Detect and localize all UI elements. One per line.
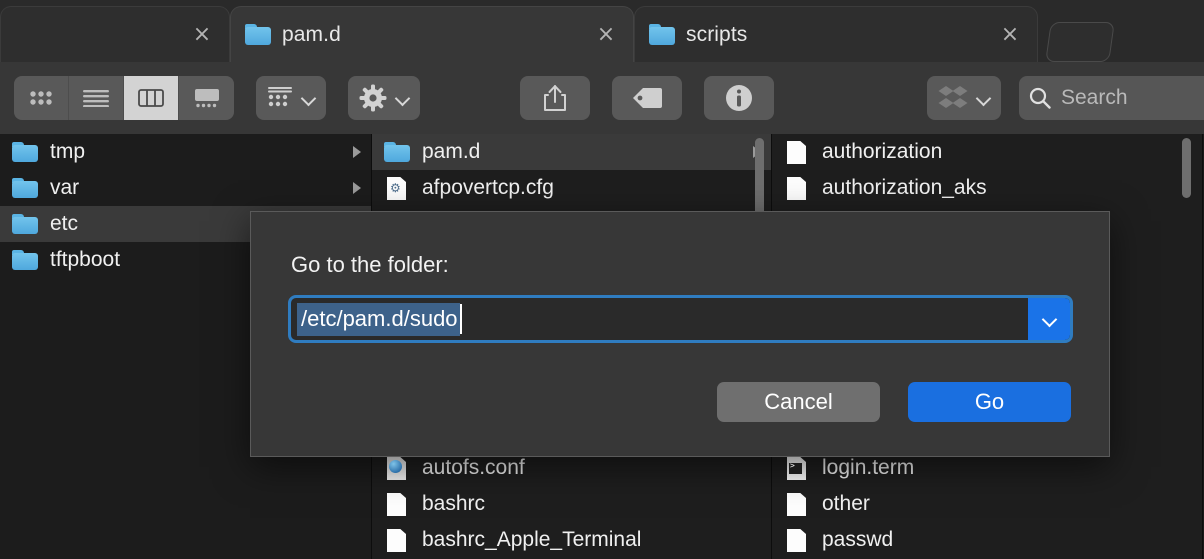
dropbox-icon bbox=[938, 86, 968, 108]
list-item-label: bashrc bbox=[422, 492, 486, 515]
list-item[interactable]: ⚙ afpovertcp.cfg bbox=[372, 170, 771, 206]
list-item[interactable]: authorization_aks bbox=[772, 170, 1202, 206]
list-item-label: authorization bbox=[822, 140, 943, 163]
search-input[interactable]: Search bbox=[1019, 76, 1204, 120]
gear-icon bbox=[359, 84, 387, 112]
gallery-view-icon bbox=[194, 88, 219, 107]
group-by-icon bbox=[268, 87, 292, 107]
list-item-label: tmp bbox=[50, 140, 86, 163]
document-icon bbox=[784, 140, 810, 164]
list-item-label: bashrc_Apple_Terminal bbox=[422, 528, 642, 551]
tab-label: pam.d bbox=[282, 22, 341, 46]
path-dropdown-button[interactable] bbox=[1028, 298, 1070, 340]
path-input-value: /etc/pam.d/sudo bbox=[297, 302, 460, 336]
go-button[interactable]: Go bbox=[908, 382, 1071, 422]
list-item[interactable]: authorization bbox=[772, 134, 1202, 170]
list-item[interactable]: bashrc_Apple_Terminal bbox=[372, 522, 771, 558]
text-caret bbox=[459, 304, 462, 334]
list-item[interactable]: var bbox=[0, 170, 371, 206]
globe-glyph bbox=[389, 460, 402, 473]
config-file-icon: ⚙ bbox=[384, 176, 410, 200]
gallery-view-button[interactable] bbox=[179, 76, 234, 120]
tab-scripts[interactable]: scripts × bbox=[634, 6, 1038, 62]
share-icon bbox=[544, 85, 566, 111]
action-menu-button[interactable] bbox=[348, 76, 420, 120]
folder-icon bbox=[12, 212, 38, 236]
close-icon[interactable]: × bbox=[593, 22, 619, 48]
column-view-button[interactable] bbox=[124, 76, 179, 120]
tab-label: scripts bbox=[686, 22, 748, 46]
document-icon bbox=[784, 176, 810, 200]
go-to-folder-dialog: Go to the folder: /etc/pam.d/sudo Cancel… bbox=[250, 211, 1110, 457]
list-item[interactable]: bashrc bbox=[372, 486, 771, 522]
info-button[interactable] bbox=[704, 76, 774, 120]
new-tab-area bbox=[1038, 22, 1204, 62]
list-item-label: other bbox=[822, 492, 870, 515]
dialog-buttons: Cancel Go bbox=[717, 382, 1071, 422]
dialog-title: Go to the folder: bbox=[291, 252, 449, 277]
list-item-label: etc bbox=[50, 212, 79, 235]
cancel-button[interactable]: Cancel bbox=[717, 382, 880, 422]
tag-button[interactable] bbox=[612, 76, 682, 120]
chevron-down-icon bbox=[396, 92, 409, 105]
list-item[interactable]: passwd bbox=[772, 522, 1202, 558]
terminal-file-icon bbox=[784, 456, 810, 480]
disclosure-arrow-icon bbox=[353, 182, 361, 194]
gear-glyph: ⚙ bbox=[390, 181, 401, 195]
list-item-label: passwd bbox=[822, 528, 894, 551]
search-placeholder: Search bbox=[1061, 86, 1128, 109]
list-item-label: var bbox=[50, 176, 80, 199]
document-icon bbox=[784, 492, 810, 516]
column-scrollbar[interactable] bbox=[1182, 138, 1191, 198]
view-mode-segmented-control[interactable] bbox=[14, 76, 234, 120]
list-item-label: autofs.conf bbox=[422, 456, 525, 479]
folder-icon bbox=[12, 140, 38, 164]
tab-pam-d[interactable]: pam.d × bbox=[230, 6, 634, 62]
terminal-glyph bbox=[789, 461, 802, 474]
list-view-icon bbox=[83, 90, 109, 107]
document-icon bbox=[384, 528, 410, 552]
folder-icon bbox=[649, 24, 675, 45]
folder-icon bbox=[245, 24, 271, 45]
group-by-button[interactable] bbox=[256, 76, 326, 120]
share-button[interactable] bbox=[520, 76, 590, 120]
new-tab-button[interactable] bbox=[1045, 22, 1115, 62]
list-item-label: login.term bbox=[822, 456, 915, 479]
folder-icon bbox=[384, 140, 410, 164]
list-item[interactable]: other bbox=[772, 486, 1202, 522]
list-item-label: tftpboot bbox=[50, 248, 121, 271]
list-item-label: afpovertcp.cfg bbox=[422, 176, 554, 199]
info-icon bbox=[726, 85, 752, 111]
list-item[interactable]: tmp bbox=[0, 134, 371, 170]
tab-empty[interactable]: × bbox=[0, 6, 230, 62]
tag-icon bbox=[633, 88, 662, 108]
close-icon[interactable]: × bbox=[189, 22, 215, 48]
chevron-down-icon bbox=[302, 92, 315, 105]
document-icon bbox=[784, 528, 810, 552]
icon-view-button[interactable] bbox=[14, 76, 69, 120]
toolbar: Search bbox=[0, 62, 1204, 134]
dropbox-button[interactable] bbox=[927, 76, 1001, 120]
search-icon bbox=[1029, 87, 1051, 109]
list-item-label: pam.d bbox=[422, 140, 481, 163]
column-view-icon bbox=[138, 89, 164, 107]
list-view-button[interactable] bbox=[69, 76, 124, 120]
tab-bar: × pam.d × scripts × bbox=[0, 0, 1204, 62]
folder-icon bbox=[12, 176, 38, 200]
folder-icon bbox=[12, 248, 38, 272]
disclosure-arrow-icon bbox=[353, 146, 361, 158]
chevron-down-icon bbox=[1043, 313, 1056, 326]
chevron-down-icon bbox=[977, 92, 990, 105]
close-icon[interactable]: × bbox=[997, 22, 1023, 48]
document-icon bbox=[384, 492, 410, 516]
web-file-icon bbox=[384, 456, 410, 480]
finder-window: × pam.d × scripts × Search tmp var etc t… bbox=[0, 0, 1204, 559]
icon-view-icon bbox=[30, 91, 52, 105]
list-item-label: authorization_aks bbox=[822, 176, 987, 199]
list-item-selected[interactable]: pam.d bbox=[372, 134, 771, 170]
path-input[interactable]: /etc/pam.d/sudo bbox=[288, 295, 1073, 343]
